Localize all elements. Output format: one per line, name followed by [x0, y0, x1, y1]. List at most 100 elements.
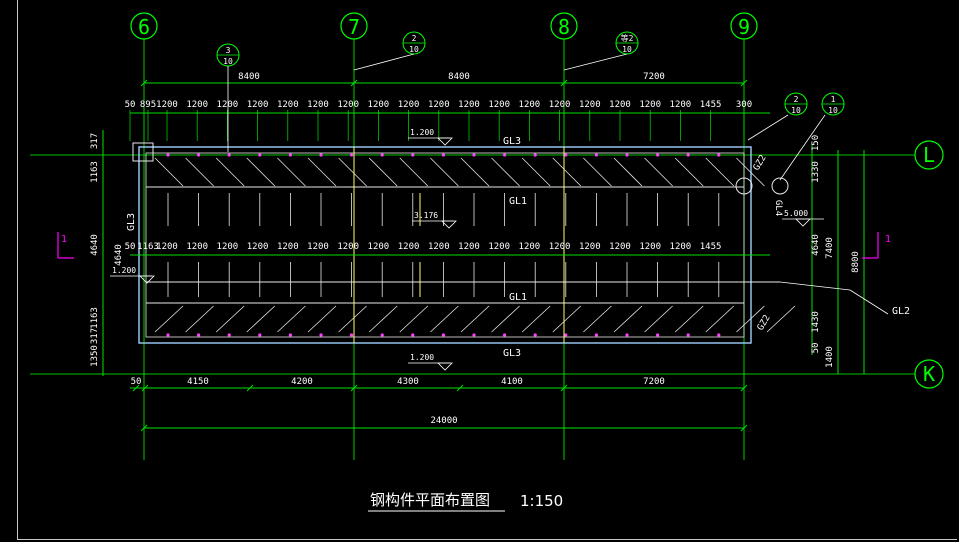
hatch-bottom: [491, 305, 520, 333]
hatch-top: [338, 157, 367, 187]
hatch-top: [307, 157, 337, 187]
dim-top-span: 8400: [448, 72, 470, 82]
purlin-dot-top: [350, 153, 354, 157]
dim-bottom-span: 4100: [501, 377, 523, 387]
axis-label-6: 6: [138, 15, 150, 39]
purlin-dot-bottom: [533, 333, 537, 337]
dim-top-detail: 1200: [609, 100, 631, 110]
elevation-marker: [437, 362, 453, 371]
hatch-bottom: [674, 305, 704, 333]
label-gz2-top: GZ2: [752, 153, 769, 172]
dim-top-detail: 1200: [428, 100, 450, 110]
dim-top-detail: 1200: [670, 100, 692, 110]
detail-ref-sheet: 10: [622, 45, 632, 54]
dim-mid-detail: 1200: [398, 242, 420, 252]
dim-mid-detail: 1200: [186, 242, 208, 252]
purlin-dot-bottom: [564, 333, 568, 337]
hatch-top: [399, 157, 429, 187]
purlin-dot-top: [686, 153, 690, 157]
hatch-top: [430, 157, 459, 187]
dim-mid-detail: 1200: [217, 242, 239, 252]
hatch-top: [460, 157, 490, 187]
detail-ref-leader: [563, 53, 628, 71]
detail-ref-leader: [353, 53, 415, 71]
purlin-dot-bottom: [625, 333, 629, 337]
dim-mid-detail: 1200: [277, 242, 299, 252]
dim-left-inner: 4640: [114, 244, 124, 266]
label-gl4: GL4: [773, 200, 783, 216]
detail-ref-number: 1: [831, 95, 836, 104]
axis-grid: 6 7 8 9 L K: [30, 12, 944, 460]
dim-top-detail: 1455: [700, 100, 722, 110]
purlin-dot-bottom: [656, 333, 660, 337]
axis-label-7: 7: [348, 15, 360, 39]
drawing-title: 钢构件平面布置图: [370, 491, 490, 509]
elevation-marker: [437, 137, 453, 146]
hatch-bottom: [705, 305, 735, 333]
dim-top-detail: 1200: [156, 100, 178, 110]
hatch-bottom: [430, 305, 459, 333]
detail-ref-number: 3: [226, 46, 231, 55]
purlin-dot-bottom: [380, 333, 384, 337]
dim-top-detail: 1200: [247, 100, 269, 110]
label-gz2-bottom: GZ2: [756, 313, 773, 332]
dim-top-detail: 895: [140, 100, 156, 110]
dim-mid-detail: 50: [125, 242, 136, 252]
leader-gl2: [849, 289, 889, 315]
purlin-dot-bottom: [717, 333, 721, 337]
purlin-dot-bottom: [441, 333, 445, 337]
detail-ref-number: 2: [794, 95, 799, 104]
dim-top-detail: 1200: [368, 100, 390, 110]
dim-mid-detail: 1200: [549, 242, 571, 252]
dim-left: 1163: [90, 161, 100, 183]
dim-mid-detail: 1200: [156, 242, 178, 252]
elevation-marker: [795, 218, 811, 227]
dim-mid-detail: 1200: [428, 242, 450, 252]
dim-mid-detail: 1455: [700, 242, 722, 252]
hatch-bottom: [246, 305, 276, 333]
dim-top-detail: 1200: [639, 100, 661, 110]
dim-top-span: 7200: [643, 72, 665, 82]
dim-mid-detail: 1200: [639, 242, 661, 252]
purlin-dot-top: [472, 153, 476, 157]
dim-mid-detail: 1200: [458, 242, 480, 252]
dim-mid-detail: 1200: [488, 242, 510, 252]
dim-right-inner: 1330: [811, 161, 821, 183]
hatch-bottom: [185, 305, 214, 333]
dim-right-outer: 1400: [825, 346, 835, 368]
dim-top-detail: 1200: [398, 100, 420, 110]
purlin-dot-top: [625, 153, 629, 157]
dim-left: 1350: [90, 345, 100, 367]
purlin-dot-bottom: [197, 333, 201, 337]
dim-left: 317: [90, 133, 100, 149]
axis-label-K: K: [923, 362, 935, 386]
dim-mid-detail: 1200: [579, 242, 601, 252]
hatch-bottom: [307, 305, 337, 333]
hatch-bottom: [521, 305, 551, 333]
dim-top-detail: 1200: [458, 100, 480, 110]
purlin-dot-top: [411, 153, 415, 157]
dim-left: 4640: [90, 234, 100, 256]
dim-right-inner: 50: [811, 343, 821, 354]
hatch-top: [215, 157, 245, 187]
hatch-bottom: [399, 305, 429, 333]
purlin-dot-top: [594, 153, 599, 157]
hatch-bottom: [583, 305, 612, 333]
axis-label-8: 8: [558, 15, 570, 39]
purlin-dot-top: [258, 153, 262, 157]
section-mark-label: 1: [885, 234, 891, 245]
hatch-top: [613, 157, 643, 187]
dimensions: 8400 8400 720050 895 1200 1200 1200 1200 1200 120…: [90, 72, 865, 432]
dim-top-detail: 1200: [277, 100, 299, 110]
dim-top-detail: 1200: [307, 100, 329, 110]
hatch-bottom: [368, 305, 398, 333]
detail-ref-sheet: 10: [223, 57, 233, 66]
purlin-dot-bottom: [411, 333, 415, 337]
elevation-left: 1.200: [112, 266, 136, 275]
dim-right-inner: 150: [811, 135, 821, 151]
axis-label-L: L: [923, 143, 935, 167]
dim-right-inner: 1430: [811, 311, 821, 333]
dim-right-outer: 7400: [825, 237, 835, 259]
dim-top-detail: 1200: [186, 100, 208, 110]
dim-bottom-span: 50: [131, 377, 142, 387]
